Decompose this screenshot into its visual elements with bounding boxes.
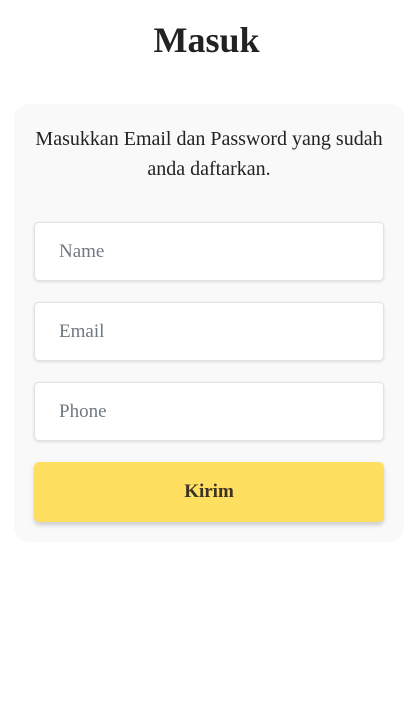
page-title: Masuk xyxy=(153,20,260,60)
submit-button[interactable]: Kirim xyxy=(34,462,384,522)
login-instructions: Masukkan Email dan Password yang sudah a… xyxy=(35,128,383,180)
email-input[interactable] xyxy=(34,302,384,361)
phone-input[interactable] xyxy=(34,382,384,441)
name-input[interactable] xyxy=(34,222,384,281)
login-card: Masukkan Email dan Password yang sudah a… xyxy=(14,104,404,542)
